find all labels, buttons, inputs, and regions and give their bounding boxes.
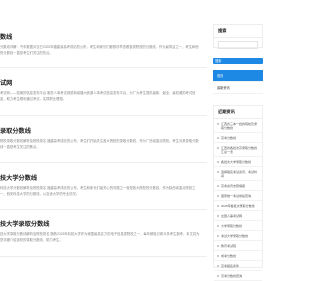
recent-post-link[interactable]: 高考分数线查询 [221, 274, 242, 278]
recent-post-link[interactable]: 国家统一考试成绩查询 [221, 194, 251, 198]
recent-post-link[interactable]: 各批次大学录取分数线 [221, 160, 251, 164]
recent-post-link[interactable]: 教育考试院 [221, 244, 236, 248]
article-list: 数线 分数线详解：汽车数据对当已2025年福建省高考成绩的公布，考生和家长们都想… [0, 0, 207, 268]
article-item[interactable]: 试网 考试网——权威的信息发布平台 服务人事考试网是新增福州资源人事考试信息发布… [0, 78, 207, 102]
recent-post-item[interactable]: 高考分数线 [214, 133, 262, 143]
recent-post-link[interactable]: 大学录取分数线 [221, 224, 242, 228]
recent-post-item[interactable]: 教育考试院 [214, 241, 262, 251]
recent-post-item[interactable]: 大学录取分数线 [214, 221, 262, 231]
recent-posts-title: 近期资讯 [214, 106, 262, 119]
article-title[interactable]: 技大学分数线 [0, 173, 207, 182]
recent-post-link[interactable]: 高考报名条件 [221, 264, 239, 268]
search-widget: 搜索 [213, 24, 263, 49]
search-button-wrap: 搜索 [213, 58, 263, 68]
recent-post-link[interactable]: 成考分数线 [221, 254, 236, 258]
article-item[interactable]: 技大学分数线 科技大学分数线解析及院校排名 福建高考成绩的公布，考生和家长们最关… [0, 173, 207, 197]
recent-post-link[interactable]: 2025年各批次录取分数线 [221, 204, 255, 208]
recent-post-link[interactable]: 江西省各批次高录取分数线汇总一览 [221, 146, 259, 154]
recent-post-item[interactable]: 高考分数线查询 [214, 271, 262, 281]
divider [0, 209, 207, 210]
article-excerpt: 技大学录取分数线解析及院校排名 随着2025年科技大学作为我国最具实力的电子信息… [0, 232, 200, 242]
divider [0, 256, 207, 257]
recent-post-item[interactable]: 高考资讯志愿填报 [214, 181, 262, 191]
divider [0, 67, 207, 68]
article-excerpt: 科技大学分数线解析及院校排名 福建高考成绩的公布，考生和家长们最关心的问题之一就… [0, 186, 196, 196]
bullet-icon [217, 264, 219, 267]
recent-post-link[interactable]: 江西省三本一批的院校及录取分数线 [221, 122, 259, 130]
article-item[interactable]: 数线 分数线详解：汽车数据对当已2025年福建省高考成绩的公布，考生和家长们都想… [0, 32, 207, 56]
recent-post-item[interactable]: 各批次大学录取分数线 [214, 157, 262, 167]
divider [0, 162, 207, 163]
article-title[interactable]: 试网 [0, 78, 207, 87]
bullet-icon [217, 184, 219, 187]
bullet-icon [217, 274, 219, 277]
divider [0, 115, 207, 116]
recent-post-link[interactable]: 高考分数线 [221, 136, 236, 140]
bullet-icon [217, 122, 219, 125]
bullet-icon [217, 136, 219, 139]
search-input[interactable] [218, 41, 258, 49]
search-button[interactable]: 搜索 [213, 58, 263, 64]
article-excerpt: 考试网——权威的信息发布平台 服务人事考试网是新增福州资源人事考试信息发布平台，… [0, 91, 196, 101]
menu-item-home[interactable]: 首页 [213, 70, 263, 82]
recent-post-item[interactable]: 选择报名考试资讯，考试时间 [214, 167, 262, 181]
recent-post-link[interactable]: 选择报名考试资讯，考试时间 [221, 170, 259, 178]
recent-post-link[interactable]: 全国人事考试网 [221, 214, 242, 218]
bullet-icon [217, 224, 219, 227]
article-title[interactable]: 录取分数线 [0, 126, 207, 135]
bullet-icon [217, 204, 219, 207]
recent-post-item[interactable]: 国家统一考试成绩查询 [214, 191, 262, 201]
bullet-icon [217, 170, 219, 173]
article-title[interactable]: 技大学录取分数线 [0, 219, 207, 228]
recent-post-item[interactable]: 2025年各批次录取分数线 [214, 201, 262, 211]
recent-post-link[interactable]: 考试大学录取分数线 [221, 234, 248, 238]
recent-post-link[interactable]: 高考资讯志愿填报 [221, 184, 245, 188]
recent-post-item[interactable]: 江西省各批次高录取分数线汇总一览 [214, 143, 262, 157]
article-excerpt: 院校录取分数线解析及院校排名 福建高考成绩的公布，考生们开始关注各大院校的录取分… [0, 139, 199, 149]
bullet-icon [217, 194, 219, 197]
recent-post-item[interactable]: 考试大学录取分数线 [214, 231, 262, 241]
article-excerpt: 分数线详解：汽车数据对当已2025年福建省高考成绩的公布，考生和家长们都想尽早查… [0, 45, 199, 55]
bullet-icon [217, 234, 219, 237]
sidebar-menu: 首页 最新资讯 [213, 70, 263, 94]
article-title[interactable]: 数线 [0, 32, 207, 41]
recent-post-item[interactable]: 成考分数线 [214, 251, 262, 261]
recent-post-item[interactable]: 江西省三本一批的院校及录取分数线 [214, 119, 262, 133]
bullet-icon [217, 146, 219, 149]
recent-post-item[interactable]: 高考报名条件 [214, 261, 262, 271]
bullet-icon [217, 214, 219, 217]
bullet-icon [217, 244, 219, 247]
article-item[interactable]: 录取分数线 院校录取分数线解析及院校排名 福建高考成绩的公布，考生们开始关注各大… [0, 126, 207, 150]
article-item[interactable]: 技大学录取分数线 技大学录取分数线解析及院校排名 随着2025年科技大学作为我国… [0, 219, 207, 243]
bullet-icon [217, 160, 219, 163]
search-widget-title: 搜索 [214, 25, 262, 38]
menu-item-latest[interactable]: 最新资讯 [213, 82, 263, 94]
recent-posts-widget: 近期资讯 江西省三本一批的院校及录取分数线高考分数线江西省各批次高录取分数线汇总… [213, 105, 263, 281]
bullet-icon [217, 254, 219, 257]
recent-post-item[interactable]: 全国人事考试网 [214, 211, 262, 221]
